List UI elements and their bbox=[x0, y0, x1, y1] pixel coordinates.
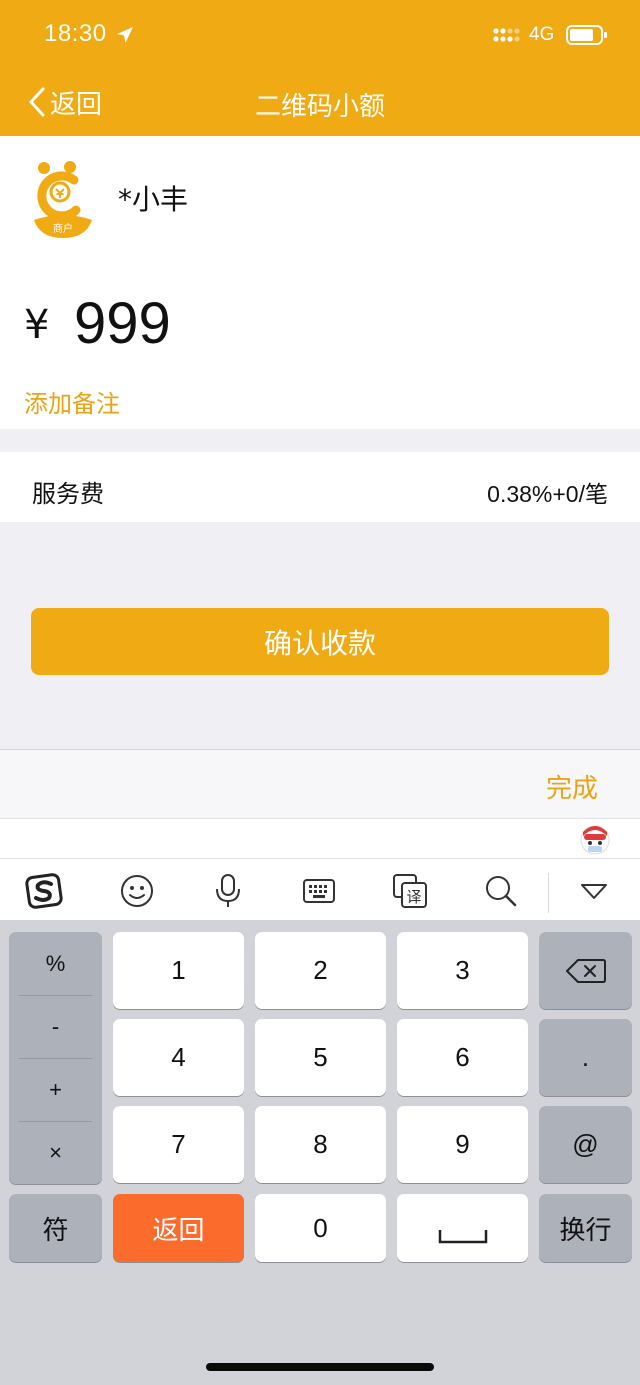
merchant-logo-text: 商户 bbox=[53, 222, 73, 235]
page-title: 二维码小额 bbox=[254, 92, 385, 122]
key-6[interactable]: 6 bbox=[397, 1019, 528, 1096]
merchant-logo: 商户 bbox=[34, 161, 92, 238]
key-2[interactable]: 2 bbox=[255, 932, 386, 1009]
delete-key[interactable] bbox=[539, 932, 632, 1009]
backspace-icon bbox=[565, 958, 606, 983]
keyboard-icon[interactable] bbox=[299, 871, 339, 911]
service-fee-value: 0.38%+0/笔 bbox=[487, 481, 608, 507]
ime-mascot-icon[interactable] bbox=[579, 822, 611, 856]
translate-glyph: 译 bbox=[406, 888, 421, 906]
enter-key[interactable]: 换行 bbox=[539, 1194, 632, 1262]
key-multiply[interactable]: × bbox=[9, 1121, 102, 1184]
key-4[interactable]: 4 bbox=[113, 1019, 244, 1096]
key-1[interactable]: 1 bbox=[113, 932, 244, 1009]
app-header: 18:30 4G 返回 二维码小额 bbox=[0, 0, 640, 136]
signal-icon bbox=[493, 28, 520, 42]
collapse-keyboard-icon[interactable] bbox=[574, 871, 614, 911]
return-key[interactable]: 返回 bbox=[113, 1194, 244, 1262]
key-5[interactable]: 5 bbox=[255, 1019, 386, 1096]
merchant-name: *小丰 bbox=[118, 183, 189, 216]
symbol-key[interactable]: 符 bbox=[9, 1194, 102, 1262]
service-fee-row: 服务费 0.38%+0/笔 bbox=[0, 452, 640, 522]
location-arrow-icon bbox=[117, 27, 133, 43]
space-key[interactable] bbox=[397, 1194, 528, 1262]
key-plus[interactable]: + bbox=[9, 1058, 102, 1121]
key-at[interactable]: @ bbox=[539, 1106, 632, 1183]
add-note-link[interactable]: 添加备注 bbox=[24, 384, 120, 419]
payment-card: 商户 *小丰 ¥ 999 添加备注 bbox=[0, 136, 640, 429]
key-9[interactable]: 9 bbox=[397, 1106, 528, 1183]
translate-icon[interactable]: 译 bbox=[390, 871, 430, 911]
key-3[interactable]: 3 bbox=[397, 932, 528, 1009]
ime-toolbar: 译 bbox=[0, 858, 640, 920]
key-0[interactable]: 0 bbox=[255, 1194, 386, 1262]
status-time: 18:30 bbox=[44, 20, 107, 47]
sogou-logo-icon[interactable] bbox=[25, 871, 65, 911]
network-type: 4G bbox=[529, 24, 555, 45]
keyboard-accessory-bar: 完成 bbox=[0, 749, 640, 818]
service-fee-label: 服务费 bbox=[32, 480, 104, 508]
home-indicator[interactable] bbox=[206, 1363, 434, 1371]
done-button[interactable]: 完成 bbox=[546, 768, 598, 805]
key-percent[interactable]: % bbox=[9, 932, 102, 995]
amount-value[interactable]: 999 bbox=[74, 290, 171, 357]
emoji-icon[interactable] bbox=[117, 871, 157, 911]
battery-icon bbox=[566, 25, 607, 45]
ime-candidate-bar bbox=[0, 818, 640, 858]
search-icon[interactable] bbox=[481, 871, 521, 911]
symbol-column: % - + × bbox=[9, 932, 102, 1184]
key-8[interactable]: 8 bbox=[255, 1106, 386, 1183]
microphone-icon[interactable] bbox=[208, 871, 248, 911]
space-icon bbox=[438, 1230, 487, 1244]
numeric-keyboard: % - + × 1 2 3 4 5 6 . 7 8 9 @ 符 返回 0 换行 bbox=[0, 920, 640, 1385]
key-minus[interactable]: - bbox=[9, 995, 102, 1058]
key-7[interactable]: 7 bbox=[113, 1106, 244, 1183]
confirm-payment-button[interactable]: 确认收款 bbox=[31, 608, 609, 675]
toolbar-divider bbox=[548, 873, 549, 913]
key-dot[interactable]: . bbox=[539, 1019, 632, 1096]
currency-symbol: ¥ bbox=[24, 302, 50, 348]
